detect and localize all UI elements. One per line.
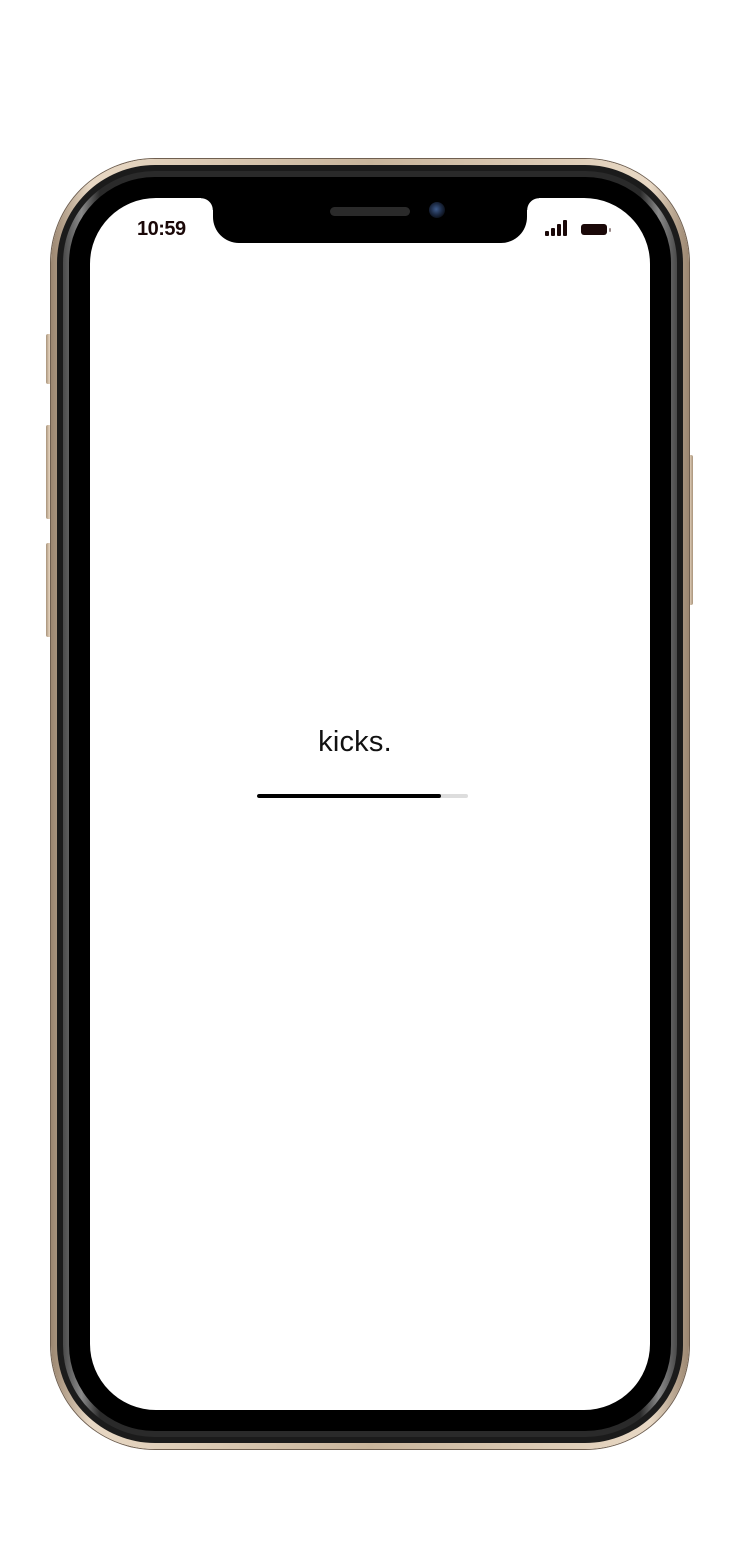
status-bar-time: 10:59 — [137, 218, 186, 240]
front-camera-icon — [429, 202, 445, 218]
phone-screen: 10:59 kicks. — [90, 198, 650, 1410]
loading-progress-fill — [257, 794, 441, 798]
cellular-signal-icon — [545, 220, 571, 236]
loading-progress-bar — [257, 794, 468, 798]
device-mockup: 10:59 kicks. — [0, 0, 748, 1568]
splash-brand-title: kicks. — [318, 726, 392, 758]
earpiece-speaker — [330, 207, 410, 216]
notch — [201, 198, 539, 243]
battery-icon — [581, 224, 611, 235]
